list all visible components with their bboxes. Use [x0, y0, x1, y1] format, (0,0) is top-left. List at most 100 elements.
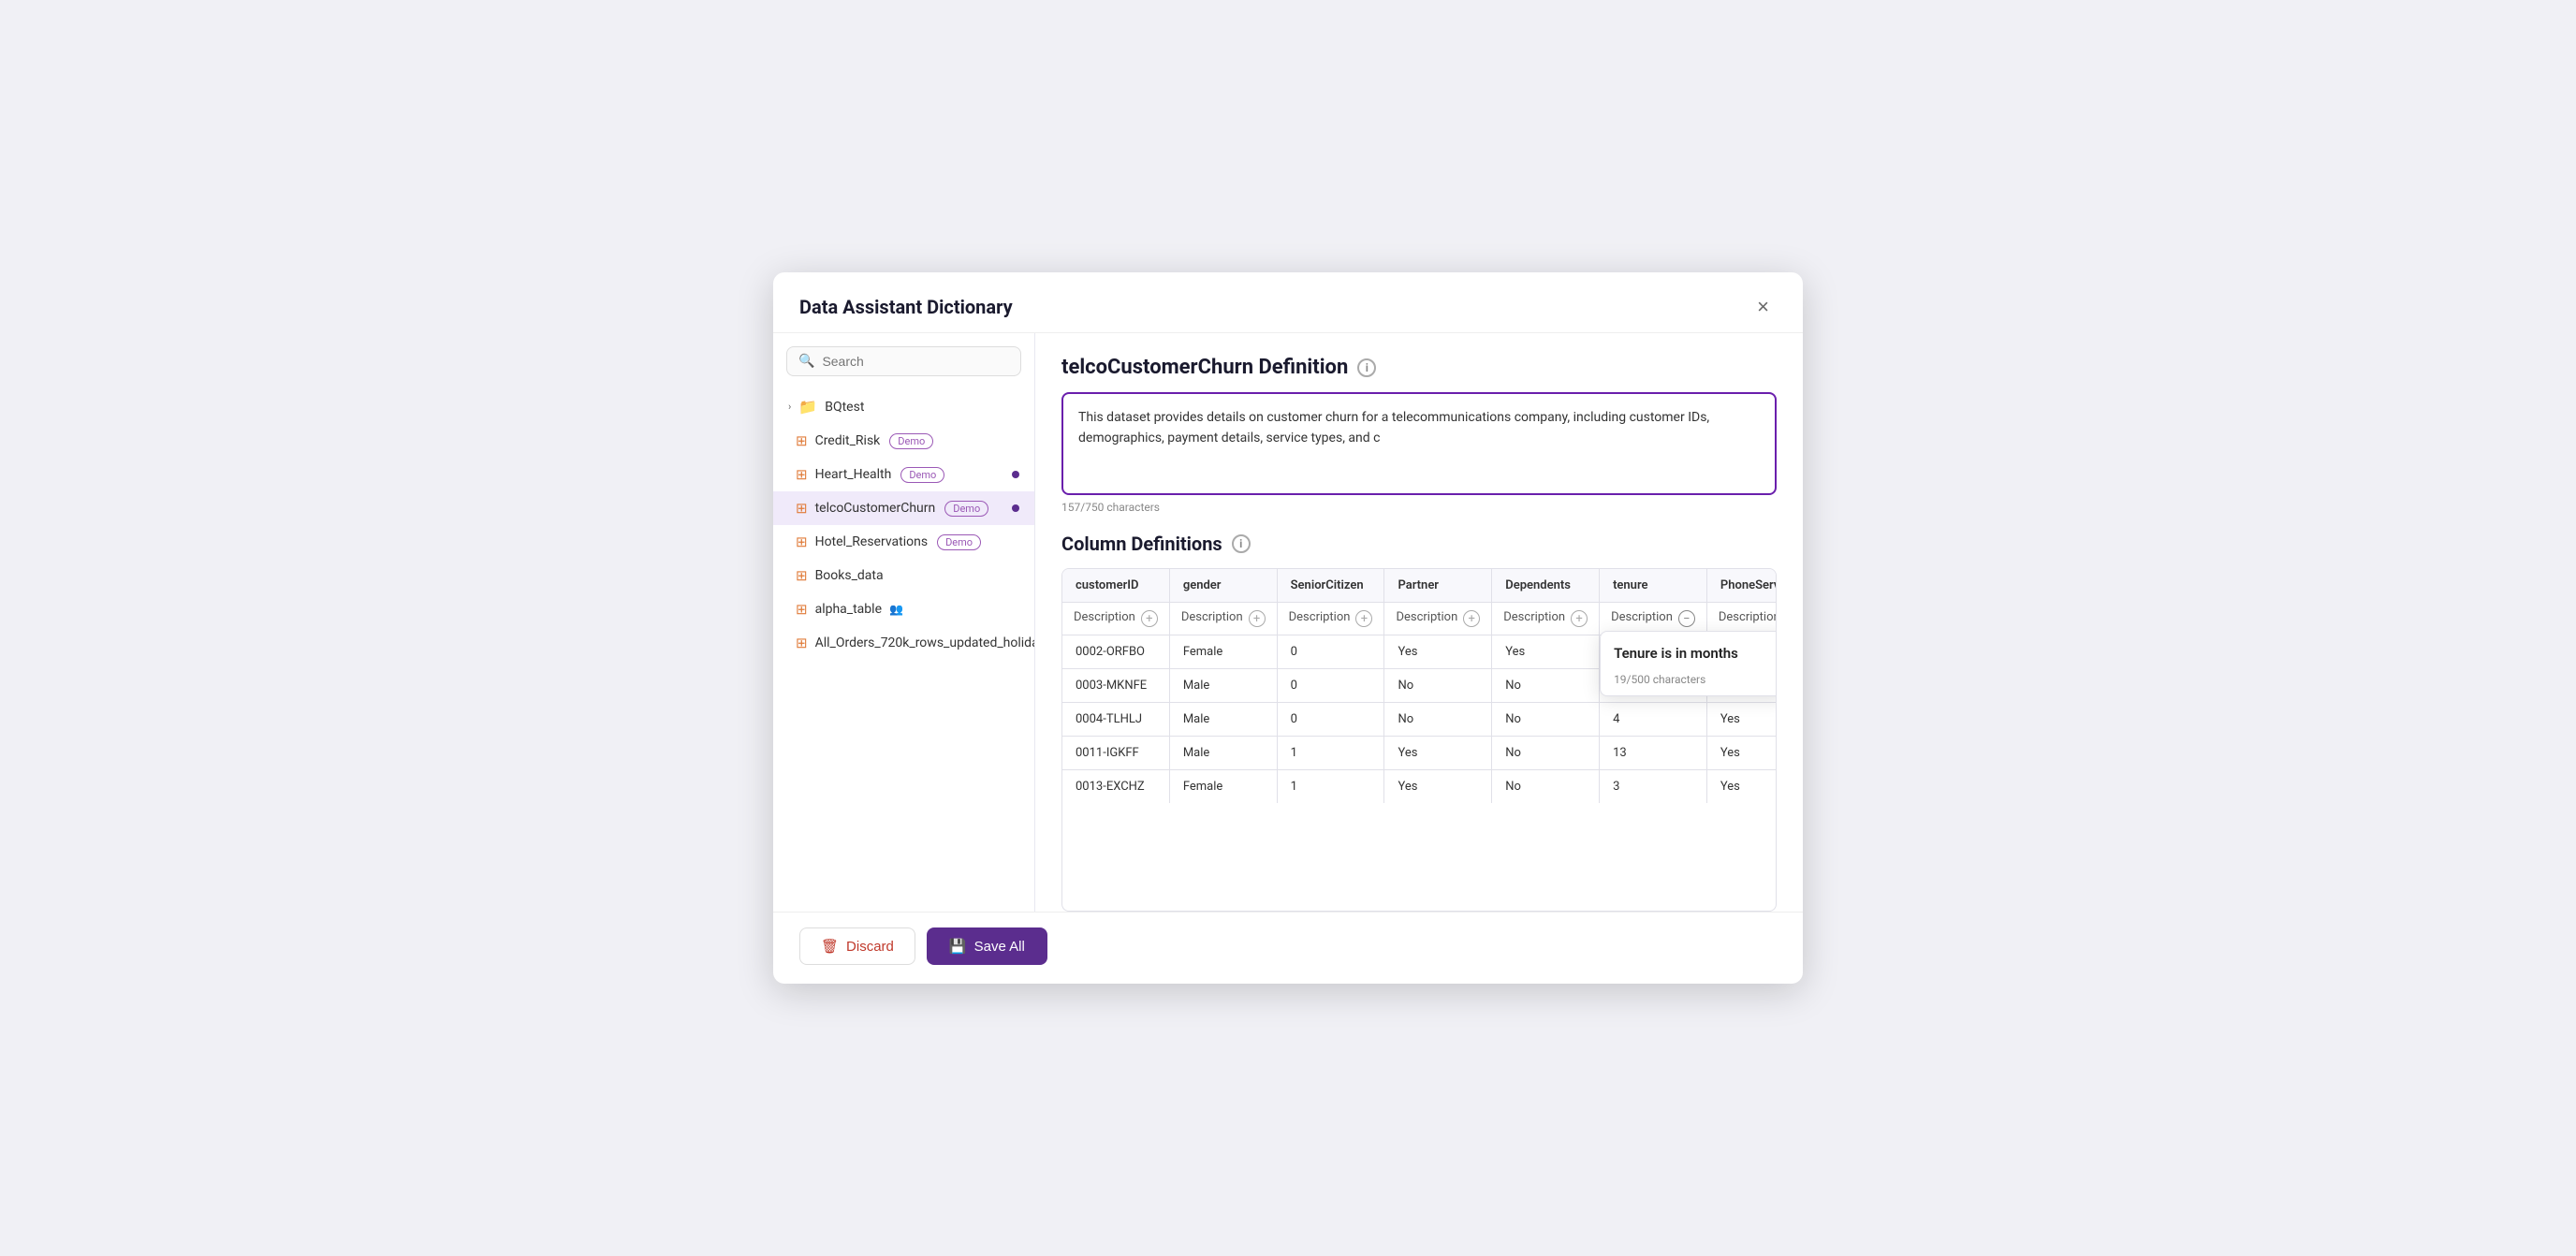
- cell-gender: Male: [1169, 669, 1277, 703]
- sidebar: 🔍 › 📁 BQtest ⊞ Credit_Risk Demo ⊞: [773, 333, 1035, 912]
- cell-seniorcitizen: 0: [1277, 635, 1384, 669]
- col-def-title: Column Definitions i: [1061, 533, 1777, 555]
- sidebar-item-badge: Demo: [937, 534, 981, 550]
- cell-seniorcitizen: 1: [1277, 737, 1384, 770]
- cell-gender: Female: [1169, 635, 1277, 669]
- table-row: 0004-TLHLJ Male 0 No No 4 Yes No: [1062, 703, 1777, 737]
- cell-phoneservice: Yes: [1706, 770, 1777, 804]
- cell-seniorcitizen: 0: [1277, 669, 1384, 703]
- col-def-info-icon[interactable]: i: [1232, 534, 1251, 553]
- users-icon: 👥: [889, 603, 903, 616]
- cell-partner: Yes: [1384, 635, 1492, 669]
- desc-cell-gender: Description +: [1169, 603, 1277, 635]
- modal: Data Assistant Dictionary × 🔍 › 📁 BQtest…: [773, 272, 1803, 984]
- desc-label: Description: [1503, 610, 1565, 624]
- col-header-tenure: tenure: [1600, 569, 1707, 603]
- sidebar-item-label: All_Orders_720k_rows_updated_holiday_dat…: [815, 635, 1034, 650]
- desc-label: Description: [1719, 610, 1777, 624]
- sidebar-item-label: Credit_Risk: [815, 433, 881, 448]
- cell-dependents: No: [1492, 669, 1600, 703]
- save-label: Save All: [974, 939, 1025, 955]
- sidebar-item-alpha[interactable]: ⊞ alpha_table 👥: [773, 592, 1034, 626]
- desc-label: Description: [1611, 610, 1673, 624]
- col-header-gender: gender: [1169, 569, 1277, 603]
- desc-cell-tenure: Description − Tenure is in months 19/500…: [1600, 603, 1707, 635]
- main-content: telcoCustomerChurn Definition i 157/750 …: [1035, 333, 1803, 912]
- sidebar-group-bqtest[interactable]: › 📁 BQtest: [773, 389, 1034, 424]
- sidebar-item-label: alpha_table: [815, 602, 882, 617]
- close-button[interactable]: ×: [1749, 293, 1777, 321]
- table-icon: ⊞: [796, 635, 808, 651]
- desc-cell-customerid: Description +: [1062, 603, 1169, 635]
- definition-char-count: 157/750 characters: [1061, 501, 1777, 514]
- definition-title-text: telcoCustomerChurn Definition: [1061, 356, 1348, 379]
- cell-dependents: No: [1492, 737, 1600, 770]
- cell-customerid: 0011-IGKFF: [1062, 737, 1169, 770]
- discard-button[interactable]: 🗑 Discard: [799, 927, 915, 965]
- modal-footer: 🗑 Discard 💾 Save All: [773, 912, 1803, 984]
- modal-header: Data Assistant Dictionary ×: [773, 272, 1803, 333]
- search-input[interactable]: [822, 354, 1009, 369]
- definition-textarea[interactable]: [1061, 392, 1777, 495]
- col-header-customerid: customerID: [1062, 569, 1169, 603]
- table-icon: ⊞: [796, 567, 808, 584]
- table-icon: ⊞: [796, 466, 808, 483]
- dot-indicator: [1012, 504, 1019, 512]
- sidebar-item-hotel[interactable]: ⊞ Hotel_Reservations Demo: [773, 525, 1034, 559]
- tenure-popover: Tenure is in months 19/500 characters: [1600, 631, 1777, 696]
- discard-label: Discard: [846, 939, 894, 955]
- cell-partner: No: [1384, 703, 1492, 737]
- add-description-icon-partner[interactable]: +: [1463, 610, 1480, 627]
- definition-info-icon[interactable]: i: [1357, 358, 1376, 377]
- sidebar-item-credit-risk[interactable]: ⊞ Credit_Risk Demo: [773, 424, 1034, 458]
- add-description-icon-dependents[interactable]: +: [1571, 610, 1588, 627]
- cell-seniorcitizen: 0: [1277, 703, 1384, 737]
- desc-cell-partner: Description +: [1384, 603, 1492, 635]
- column-definitions-table-wrapper: customerID gender SeniorCitizen Partner …: [1061, 568, 1777, 912]
- cell-tenure: 13: [1600, 737, 1707, 770]
- sidebar-item-all-orders[interactable]: ⊞ All_Orders_720k_rows_updated_holiday_d…: [773, 626, 1034, 660]
- cell-partner: No: [1384, 669, 1492, 703]
- modal-body: 🔍 › 📁 BQtest ⊞ Credit_Risk Demo ⊞: [773, 333, 1803, 912]
- sidebar-item-books[interactable]: ⊞ Books_data: [773, 559, 1034, 592]
- table-icon: ⊞: [796, 533, 808, 550]
- cell-tenure: 3: [1600, 770, 1707, 804]
- desc-label: Description: [1181, 610, 1243, 624]
- col-header-seniorcitizen: SeniorCitizen: [1277, 569, 1384, 603]
- remove-description-icon-tenure[interactable]: −: [1678, 610, 1695, 627]
- cell-tenure: 4: [1600, 703, 1707, 737]
- trash-icon: 🗑: [821, 938, 839, 955]
- modal-title: Data Assistant Dictionary: [799, 296, 1013, 318]
- save-button[interactable]: 💾 Save All: [927, 927, 1047, 965]
- cell-dependents: No: [1492, 770, 1600, 804]
- cell-customerid: 0003-MKNFE: [1062, 669, 1169, 703]
- desc-label: Description: [1396, 610, 1457, 624]
- desc-cell-dependents: Description +: [1492, 603, 1600, 635]
- chevron-right-icon: ›: [788, 401, 791, 413]
- desc-cell-seniorcitizen: Description +: [1277, 603, 1384, 635]
- add-description-icon-seniorcitizen[interactable]: +: [1355, 610, 1372, 627]
- add-description-icon-customerid[interactable]: +: [1141, 610, 1158, 627]
- sidebar-item-label: Hotel_Reservations: [815, 534, 928, 549]
- desc-label: Description: [1074, 610, 1135, 624]
- table-icon: ⊞: [796, 601, 808, 618]
- sidebar-list: › 📁 BQtest ⊞ Credit_Risk Demo ⊞ Heart_He…: [773, 389, 1034, 912]
- add-description-icon-gender[interactable]: +: [1249, 610, 1266, 627]
- cell-gender: Male: [1169, 737, 1277, 770]
- table-icon: ⊞: [796, 500, 808, 517]
- column-definitions-table: customerID gender SeniorCitizen Partner …: [1062, 569, 1777, 803]
- search-icon: 🔍: [798, 354, 814, 369]
- cell-seniorcitizen: 1: [1277, 770, 1384, 804]
- table-row: 0011-IGKFF Male 1 Yes No 13 Yes No: [1062, 737, 1777, 770]
- sidebar-item-telco[interactable]: ⊞ telcoCustomerChurn Demo: [773, 491, 1034, 525]
- description-row: Description + Description +: [1062, 603, 1777, 635]
- desc-label: Description: [1289, 610, 1351, 624]
- sidebar-item-badge: Demo: [900, 467, 944, 483]
- col-header-partner: Partner: [1384, 569, 1492, 603]
- search-box[interactable]: 🔍: [786, 346, 1021, 376]
- sidebar-item-badge: Demo: [944, 501, 988, 517]
- sidebar-item-heart-health[interactable]: ⊞ Heart_Health Demo: [773, 458, 1034, 491]
- cell-gender: Male: [1169, 703, 1277, 737]
- cell-phoneservice: Yes: [1706, 703, 1777, 737]
- cell-partner: Yes: [1384, 770, 1492, 804]
